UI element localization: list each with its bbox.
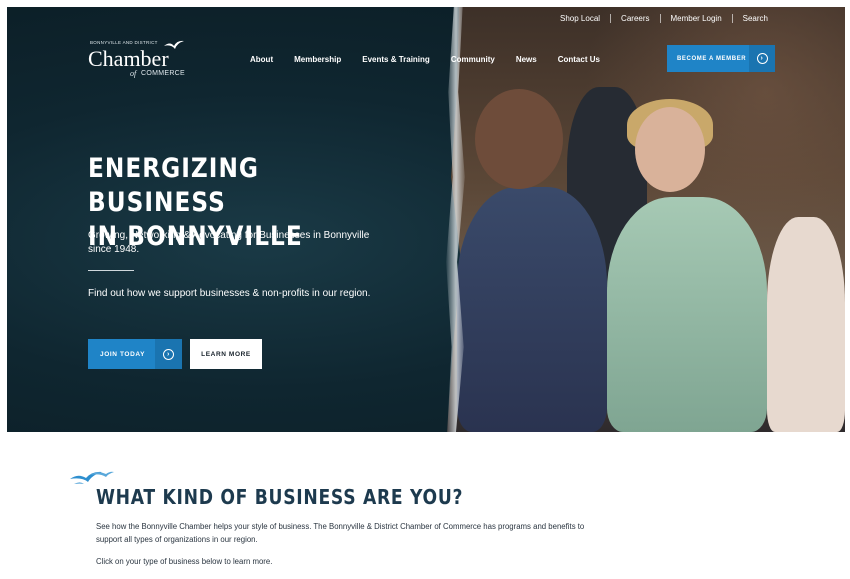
- join-today-label: JOIN TODAY: [100, 350, 146, 358]
- hero-divider: [88, 270, 134, 271]
- nav-community[interactable]: Community: [451, 55, 495, 64]
- hero-body: Find out how we support businesses & non…: [88, 288, 371, 299]
- nav-contact-us[interactable]: Contact Us: [558, 55, 600, 64]
- join-today-button[interactable]: JOIN TODAY ›: [88, 339, 182, 369]
- arrow-circle-icon: ›: [756, 53, 768, 64]
- woman-figure: [607, 197, 767, 432]
- hero-subtitle: Growing, Networking & Advocating for Bus…: [88, 230, 370, 255]
- man-head: [475, 89, 563, 189]
- woman-head: [635, 107, 705, 192]
- utility-shop-local[interactable]: Shop Local: [550, 14, 610, 23]
- become-member-label: BECOME A MEMBER: [677, 55, 747, 62]
- become-member-arrow: ›: [749, 45, 775, 72]
- man-figure: [457, 187, 607, 432]
- logo-tagline: BONNYVILLE AND DISTRICT: [90, 40, 158, 45]
- right-person: [767, 217, 845, 432]
- logo-chamber: Chamber: [88, 46, 169, 71]
- become-member-button[interactable]: BECOME A MEMBER ›: [667, 45, 775, 72]
- utility-nav: Shop Local Careers Member Login Search: [550, 14, 778, 23]
- join-today-arrow: ›: [155, 339, 182, 369]
- utility-search[interactable]: Search: [731, 14, 778, 23]
- arrow-circle-icon: ›: [163, 348, 174, 360]
- section-paragraph: See how the Bonnyville Chamber helps you…: [96, 522, 585, 544]
- nav-news[interactable]: News: [516, 55, 537, 64]
- nav-about[interactable]: About: [250, 55, 273, 64]
- logo-commerce: COMMERCE: [141, 70, 186, 77]
- nav-membership[interactable]: Membership: [294, 55, 341, 64]
- main-nav: About Membership Events & Training Commu…: [250, 55, 600, 64]
- logo-of: of: [130, 69, 137, 78]
- nav-events-training[interactable]: Events & Training: [362, 55, 430, 64]
- utility-member-login[interactable]: Member Login: [659, 14, 732, 23]
- learn-more-button[interactable]: LEARN MORE: [190, 339, 262, 369]
- chamber-logo[interactable]: BONNYVILLE AND DISTRICT Chamber of COMME…: [88, 40, 198, 80]
- section-instruction: Click on your type of business below to …: [96, 557, 273, 566]
- section-title: WHAT KIND OF BUSINESS ARE YOU?: [96, 485, 464, 509]
- utility-careers[interactable]: Careers: [610, 14, 659, 23]
- hero-title-line1: ENERGIZING BUSINESS: [88, 153, 260, 218]
